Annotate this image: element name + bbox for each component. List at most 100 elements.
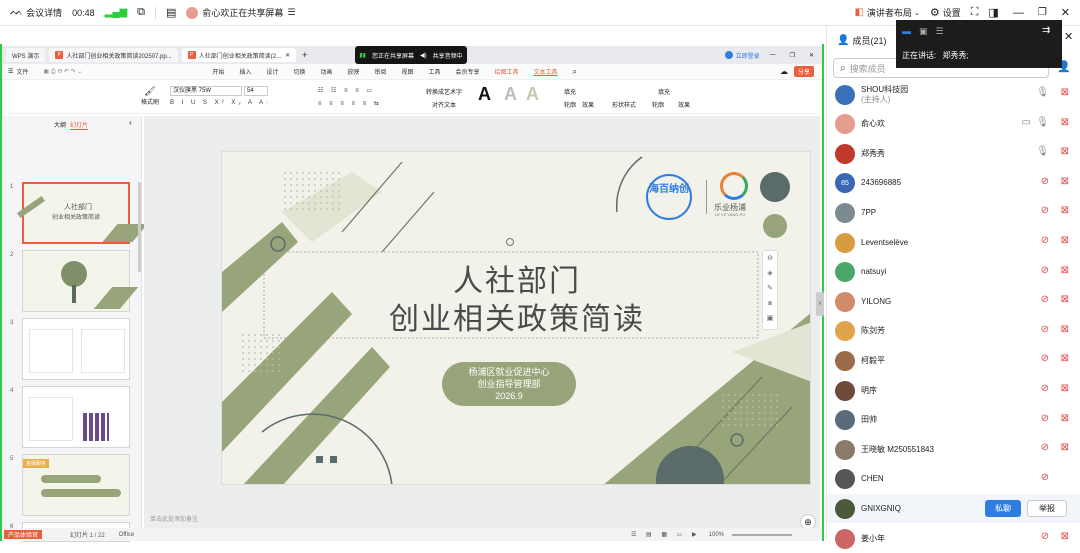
sidebar-toggle-icon[interactable]: ◨: [988, 6, 998, 19]
effects-button-2[interactable]: 效果: [678, 100, 690, 109]
font-format-icons[interactable]: B I U S X² X₂ A A·: [170, 100, 271, 106]
search-icon[interactable]: ⌕: [573, 67, 577, 77]
pen-icon[interactable]: ✎: [763, 281, 777, 296]
menu-insert[interactable]: 插入: [239, 67, 251, 76]
member-row[interactable]: YILONG ⊘ ⊠: [827, 287, 1080, 316]
effects-button[interactable]: 效果: [582, 100, 594, 109]
menu-design[interactable]: 设计: [266, 67, 278, 76]
art-text-style-olive[interactable]: A: [526, 84, 539, 105]
outline-tab[interactable]: 大纲: [54, 120, 66, 129]
shape-style-button[interactable]: 形状样式: [612, 100, 636, 109]
minimize-icon[interactable]: —: [1013, 7, 1024, 19]
art-text-style-gray[interactable]: A: [504, 84, 517, 105]
zoom-slider[interactable]: [732, 533, 792, 536]
menu-review[interactable]: 审阅: [374, 67, 386, 76]
wps-home-tab[interactable]: WPS 演示: [6, 48, 46, 62]
file-menu[interactable]: 文件: [16, 67, 28, 76]
shape-icon[interactable]: ⧈: [763, 296, 777, 311]
meeting-details-button[interactable]: ᨓ 会议详情: [10, 6, 62, 19]
wps-doc-tab-1[interactable]: P 人社部门创业相关政策简读202507.pp...: [49, 48, 178, 62]
member-row[interactable]: 85 243696885 ⊘ ⊠: [827, 169, 1080, 198]
frame-icon[interactable]: ▣: [763, 311, 777, 326]
font-name-select[interactable]: 汉仪旗黑 75W: [170, 86, 242, 96]
new-tab-icon[interactable]: +: [302, 50, 307, 60]
sharing-menu-icon[interactable]: ☰: [287, 7, 295, 18]
collapse-panel-icon[interactable]: ‹: [129, 118, 132, 127]
menu-view[interactable]: 视图: [401, 67, 413, 76]
member-row[interactable]: 王晓敏 M250551843 ⊘ ⊠: [827, 435, 1080, 464]
overlay-minimize-icon[interactable]: ▬: [902, 26, 919, 36]
menu-transition[interactable]: 切换: [293, 67, 305, 76]
slides-tab[interactable]: 幻灯片: [70, 120, 89, 130]
menu-tools[interactable]: 工具: [428, 67, 440, 76]
menu-start[interactable]: 开始: [212, 67, 224, 76]
external-link-icon[interactable]: ⧉: [137, 6, 145, 19]
menu-slideshow[interactable]: 放映: [347, 67, 359, 76]
fill-button-2[interactable]: 填充: [658, 87, 670, 96]
member-row[interactable]: 明序 ⊘ ⊠: [827, 376, 1080, 405]
member-row[interactable]: 陈剑芳 ⊘ ⊠: [827, 317, 1080, 346]
slide-title-line2[interactable]: 创业相关政策简读: [222, 294, 810, 338]
member-row[interactable]: Leventselève ⊘ ⊠: [827, 228, 1080, 257]
private-chat-button[interactable]: 私聊: [985, 500, 1021, 518]
align-text-button[interactable]: 对齐文本: [432, 100, 456, 109]
paragraph-icons[interactable]: ☷ ☷ ≡ ≡ ▭: [318, 87, 375, 94]
sharing-audio-label[interactable]: 共享音频中: [433, 51, 463, 60]
presenter-layout-button[interactable]: ◧ 演讲者布局 ⌄: [854, 6, 919, 19]
quick-toolbar-icons[interactable]: ▣ ⎙ ⟲ ↶ ↷ ⌄: [43, 68, 82, 76]
product-badge[interactable]: 产品体验官: [4, 530, 43, 539]
member-row[interactable]: CHEN ⊘: [827, 465, 1080, 494]
font-size-select[interactable]: 54: [244, 86, 268, 96]
fullscreen-icon[interactable]: ⛶: [971, 6, 979, 19]
slide-thumbnail-3[interactable]: [22, 318, 130, 380]
sharing-status-label[interactable]: 您正在共享屏幕: [372, 51, 414, 60]
member-row[interactable]: 俞心欢 ▭ 🎙 ⊠: [827, 110, 1080, 139]
hamburger-icon[interactable]: ☰: [8, 68, 13, 75]
outline-button[interactable]: 轮廓: [564, 100, 576, 109]
menu-text-tools[interactable]: 文本工具: [534, 67, 558, 76]
outline-button-2[interactable]: 轮廓: [652, 100, 664, 109]
wps-login-button[interactable]: 立即登录: [724, 51, 760, 60]
slide-thumbnail-1[interactable]: 人社部门 创业相关政策简读: [16, 182, 148, 244]
view-icons[interactable]: ☰ ▤ ▦ ▭ ▶: [631, 531, 701, 538]
overlay-window-icon[interactable]: ▣: [919, 26, 936, 36]
fill-button[interactable]: 填充: [564, 87, 576, 96]
member-row[interactable]: SHOU科技园 (主持人) 🎙 ⊠: [827, 80, 1080, 109]
slide-1[interactable]: 海百纳创 乐业杨浦 LE YE YANG PU 人社部门 创业相关政策简读 杨浦…: [221, 151, 811, 485]
canvas-collapse-handle[interactable]: ›: [816, 292, 824, 316]
restore-icon[interactable]: ❐: [1038, 7, 1047, 18]
overlay-list-icon[interactable]: ☰: [936, 26, 952, 36]
member-row[interactable]: natsuyi ⊘ ⊠: [827, 258, 1080, 287]
panel-close-icon[interactable]: ✕: [1064, 30, 1073, 43]
tab-close-icon[interactable]: ✕: [285, 52, 290, 59]
wps-close-icon[interactable]: ✕: [809, 52, 814, 59]
wps-restore-icon[interactable]: ❐: [790, 52, 795, 59]
menu-drawing-tools[interactable]: 绘图工具: [494, 67, 518, 76]
align-icons[interactable]: ≡ ≡ ≡ ≡ ≡ ⇆: [318, 100, 382, 107]
member-row[interactable]: GNIXGNIQ 私聊 举报: [827, 494, 1080, 524]
wps-minimize-icon[interactable]: —: [770, 52, 776, 58]
wps-share-button[interactable]: 分享: [793, 66, 814, 77]
member-row[interactable]: 田帅 ⊘ ⊠: [827, 406, 1080, 435]
member-row[interactable]: 姜小年 ⊘ ⊠: [827, 524, 1080, 553]
zoom-out-icon[interactable]: ⊖: [763, 251, 777, 266]
art-text-style-black[interactable]: A: [478, 84, 491, 105]
menu-animation[interactable]: 动画: [320, 67, 332, 76]
report-button[interactable]: 举报: [1027, 500, 1067, 518]
wps-doc-tab-2[interactable]: P 人社部门创业相关政策简读(2... ✕: [181, 48, 297, 62]
close-icon[interactable]: ✕: [1061, 6, 1070, 19]
overlay-exit-icon[interactable]: ⇉: [1042, 25, 1050, 36]
slide-thumbnail-2[interactable]: [22, 250, 139, 312]
menu-member[interactable]: 会员专享: [455, 67, 479, 76]
member-row[interactable]: 郑秀秀 🎙 ⊠: [827, 139, 1080, 168]
slide-thumbnail-5[interactable]: 金融服务: [22, 454, 130, 516]
slide-thumbnail-4[interactable]: [22, 386, 130, 448]
thumb-scrollbar[interactable]: [138, 182, 141, 272]
convert-art-text-button[interactable]: 转换成艺术字: [426, 87, 462, 96]
notes-icon[interactable]: ▤: [166, 6, 176, 19]
settings-button[interactable]: ⚙ 设置: [930, 6, 961, 19]
layers-icon[interactable]: ◈: [763, 266, 777, 281]
format-brush-button[interactable]: 🖌 格式刷: [140, 86, 160, 106]
member-row[interactable]: 柯毅平 ⊘ ⊠: [827, 346, 1080, 375]
cloud-icon[interactable]: ☁: [780, 67, 788, 76]
